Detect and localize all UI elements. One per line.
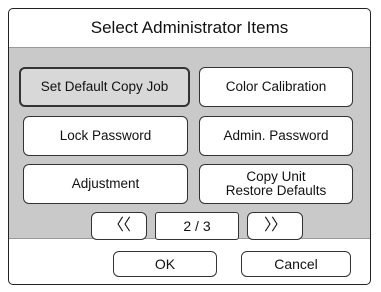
- next-page-button[interactable]: 〉〉: [247, 212, 303, 240]
- lock-password-button[interactable]: Lock Password: [23, 116, 188, 156]
- button-label: Copy Unit Restore Defaults: [226, 170, 327, 198]
- color-calibration-button[interactable]: Color Calibration: [199, 67, 353, 107]
- button-label: Adjustment: [71, 176, 140, 191]
- items-area: Set Default Copy Job Color Calibration L…: [9, 47, 370, 240]
- button-label-line2: Restore Defaults: [225, 183, 327, 198]
- button-label: Color Calibration: [225, 79, 327, 94]
- cancel-button[interactable]: Cancel: [241, 251, 351, 277]
- copy-unit-restore-defaults-button[interactable]: Copy Unit Restore Defaults: [199, 164, 353, 204]
- double-chevron-right-icon: 〉〉: [263, 217, 287, 234]
- button-label: Admin. Password: [223, 128, 329, 143]
- button-label: Lock Password: [59, 128, 152, 143]
- button-label-line1: Copy Unit: [246, 169, 306, 184]
- button-label: Set Default Copy Job: [40, 79, 169, 94]
- set-default-copy-job-button[interactable]: Set Default Copy Job: [19, 67, 190, 107]
- previous-page-button[interactable]: 〈〈: [91, 212, 147, 240]
- adjustment-button[interactable]: Adjustment: [23, 164, 188, 204]
- page-indicator: 2 / 3: [155, 212, 239, 240]
- double-chevron-left-icon: 〈〈: [107, 217, 131, 234]
- button-label: OK: [154, 256, 176, 272]
- button-label: Cancel: [274, 256, 318, 272]
- admin-password-button[interactable]: Admin. Password: [199, 116, 353, 156]
- dialog-title: Select Administrator Items: [90, 18, 289, 37]
- ok-button[interactable]: OK: [113, 251, 217, 277]
- admin-items-dialog: Select Administrator Items Set Default C…: [8, 8, 371, 285]
